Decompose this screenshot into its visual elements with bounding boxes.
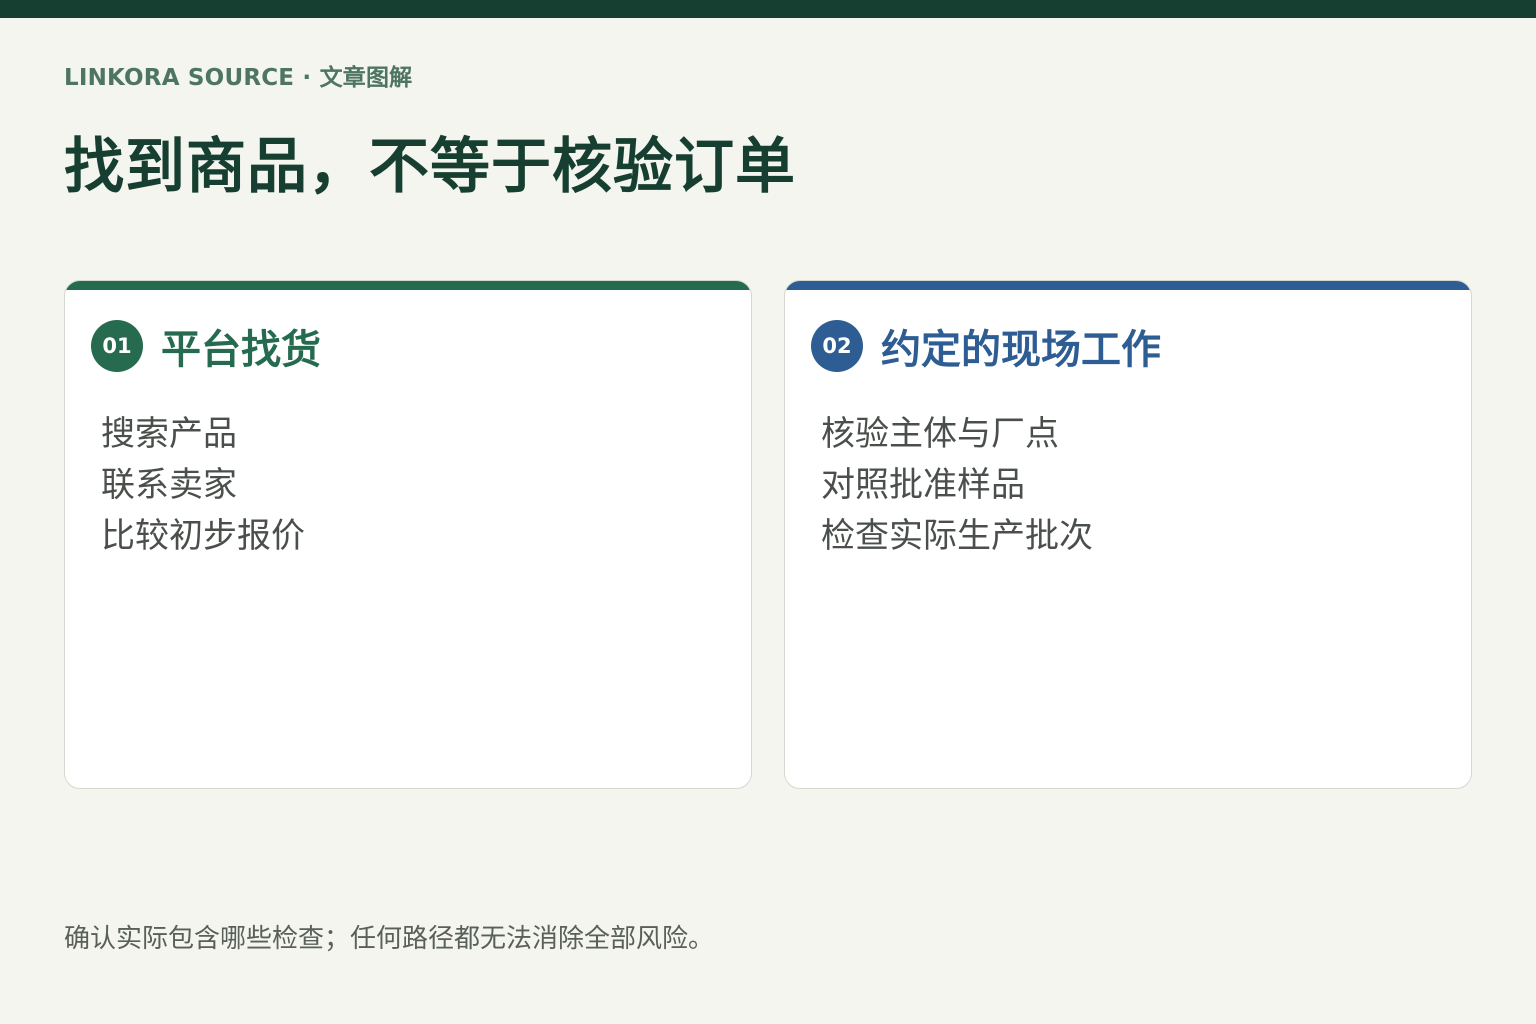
card-accent-bar xyxy=(65,281,751,290)
card-onsite-work: 02 约定的现场工作 核验主体与厂点 对照批准样品 检查实际生产批次 xyxy=(784,280,1472,789)
card-platform-sourcing: 01 平台找货 搜索产品 联系卖家 比较初步报价 xyxy=(64,280,752,789)
list-item: 比较初步报价 xyxy=(101,516,305,556)
card-header: 01 平台找货 xyxy=(91,317,321,375)
list-item: 检查实际生产批次 xyxy=(821,516,1093,556)
card-title: 约定的现场工作 xyxy=(881,327,1161,373)
card-number-badge: 01 xyxy=(91,320,143,372)
page-title: 找到商品，不等于核验订单 xyxy=(64,132,796,202)
card-title: 平台找货 xyxy=(161,327,321,373)
card-item-list: 核验主体与厂点 对照批准样品 检查实际生产批次 xyxy=(821,409,1093,562)
footnote: 确认实际包含哪些检查；任何路径都无法消除全部风险。 xyxy=(64,924,715,954)
list-item: 对照批准样品 xyxy=(821,465,1025,505)
card-number-badge: 02 xyxy=(811,320,863,372)
card-accent-bar xyxy=(785,281,1471,290)
top-bar xyxy=(0,0,1536,18)
card-item-list: 搜索产品 联系卖家 比较初步报价 xyxy=(101,409,305,562)
card-header: 02 约定的现场工作 xyxy=(811,317,1161,375)
list-item: 搜索产品 xyxy=(101,414,237,454)
eyebrow-label: LINKORA SOURCE · 文章图解 xyxy=(64,65,413,91)
list-item: 联系卖家 xyxy=(101,465,237,505)
list-item: 核验主体与厂点 xyxy=(821,414,1059,454)
